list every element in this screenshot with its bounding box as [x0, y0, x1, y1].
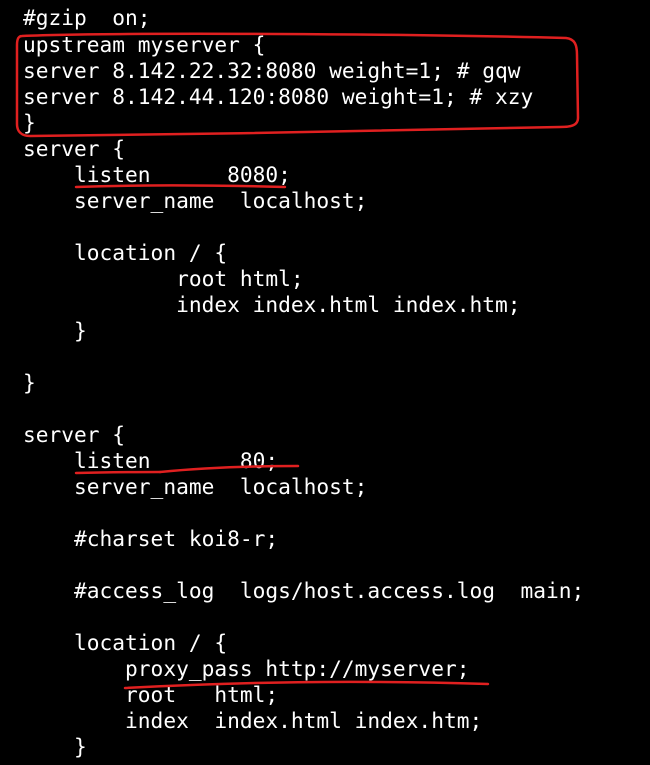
- code-line-gzip: #gzip on;: [23, 5, 151, 30]
- code-line-root-2: root html;: [23, 682, 279, 707]
- code-line-index-2: index index.html index.htm;: [23, 708, 483, 733]
- code-line-server-1-open: server {: [23, 136, 126, 161]
- code-line-location-2-open: location / {: [23, 630, 228, 655]
- code-line-location-1-close: }: [23, 318, 87, 343]
- code-line-server-2-open: server {: [23, 422, 126, 447]
- code-line-upstream-server-2: server 8.142.44.120:8080 weight=1; # xzy: [23, 84, 534, 109]
- code-line-upstream-close: }: [23, 110, 36, 135]
- code-line-server-name-2: server_name localhost;: [23, 474, 368, 499]
- code-line-charset: #charset koi8-r;: [23, 526, 279, 551]
- code-line-upstream-open: upstream myserver {: [23, 32, 266, 57]
- code-line-root-1: root html;: [23, 266, 304, 291]
- terminal-window: #gzip on; upstream myserver { server 8.1…: [0, 0, 650, 765]
- code-line-upstream-server-1: server 8.142.22.32:8080 weight=1; # gqw: [23, 58, 521, 83]
- code-line-proxy-pass: proxy_pass http://myserver;: [23, 656, 470, 681]
- code-line-location-1-open: location / {: [23, 240, 228, 265]
- code-line-access-log: #access_log logs/host.access.log main;: [23, 578, 585, 603]
- code-line-index-1: index index.html index.htm;: [23, 292, 521, 317]
- code-line-listen-8080: listen 8080;: [23, 162, 291, 187]
- code-line-listen-80: listen 80;: [23, 448, 279, 473]
- code-line-server-1-close: }: [23, 370, 36, 395]
- code-line-location-2-close: }: [23, 734, 87, 759]
- code-line-server-name-1: server_name localhost;: [23, 188, 368, 213]
